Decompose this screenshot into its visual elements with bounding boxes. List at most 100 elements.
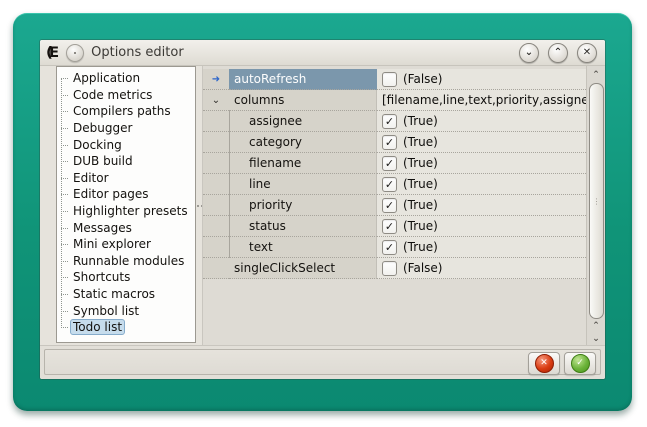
tree-indent-line — [229, 195, 249, 215]
property-row-line[interactable]: line ✓ (True) — [203, 174, 586, 195]
options-editor-window: (E Options editor ⌄ ⌃ ✕ Application Code… — [40, 40, 605, 379]
scroll-up-button-bottom[interactable]: ⌃ — [587, 320, 605, 332]
property-value: (True) — [403, 114, 438, 128]
property-value-cell[interactable]: ✓ (True) — [377, 216, 586, 237]
property-row-text[interactable]: text ✓ (True) — [203, 237, 586, 258]
property-value-cell[interactable]: ✓ (True) — [377, 195, 586, 216]
checkbox[interactable]: ✓ — [382, 114, 397, 129]
close-button[interactable]: ✕ — [577, 43, 597, 63]
scroll-up-button[interactable]: ⌃ — [587, 69, 605, 81]
property-value-cell[interactable]: ✓ (True) — [377, 111, 586, 132]
sidebar-item-label: Todo list — [70, 319, 125, 335]
sidebar-item-code-metrics[interactable]: Code metrics — [57, 87, 195, 104]
row-marker[interactable] — [203, 111, 229, 132]
checkbox[interactable]: ✓ — [382, 156, 397, 171]
sidebar-item-todo-list[interactable]: Todo list — [57, 319, 195, 336]
property-name-cell[interactable]: line — [229, 174, 377, 195]
app-icon: (E — [46, 45, 59, 59]
checkbox[interactable] — [382, 72, 397, 87]
row-marker[interactable] — [203, 174, 229, 195]
sidebar-item-editor[interactable]: Editor — [57, 170, 195, 187]
property-name: singleClickSelect — [229, 261, 335, 275]
sidebar-item-label: Highlighter presets — [70, 203, 191, 219]
checkbox[interactable]: ✓ — [382, 177, 397, 192]
checkbox[interactable]: ✓ — [382, 135, 397, 150]
chevron-down-icon: ⌄ — [525, 48, 533, 58]
category-tree: Application Code metrics Compilers paths… — [57, 70, 195, 336]
property-name: columns — [229, 93, 284, 107]
property-row-status[interactable]: status ✓ (True) — [203, 216, 586, 237]
property-name-cell[interactable]: priority — [229, 195, 377, 216]
property-row-columns[interactable]: ⌄ columns [filename,line,text,priority,a… — [203, 90, 586, 111]
sidebar-item-label: Runnable modules — [70, 253, 187, 269]
titlebar[interactable]: (E Options editor ⌄ ⌃ ✕ — [40, 40, 605, 66]
sidebar-item-runnable-modules[interactable]: Runnable modules — [57, 253, 195, 270]
property-value-cell[interactable]: (False) — [377, 69, 586, 90]
sidebar-item-docking[interactable]: Docking — [57, 136, 195, 153]
sidebar-item-static-macros[interactable]: Static macros — [57, 286, 195, 303]
checkbox[interactable]: ✓ — [382, 198, 397, 213]
property-rows: ➜ autoRefresh (False) ⌄ columns [filenam… — [203, 69, 586, 279]
property-value-cell[interactable]: ✓ (True) — [377, 132, 586, 153]
row-marker[interactable]: ➜ — [203, 69, 229, 90]
ok-button[interactable]: ✓ — [564, 352, 596, 375]
property-name-cell[interactable]: text — [229, 237, 377, 258]
property-name-cell[interactable]: columns — [229, 90, 377, 111]
property-row-priority[interactable]: priority ✓ (True) — [203, 195, 586, 216]
cancel-button[interactable]: ✕ — [528, 352, 560, 375]
checkbox[interactable] — [382, 261, 397, 276]
sidebar-item-dub-build[interactable]: DUB build — [57, 153, 195, 170]
checkbox[interactable]: ✓ — [382, 219, 397, 234]
property-name-cell[interactable]: category — [229, 132, 377, 153]
property-row-autoRefresh[interactable]: ➜ autoRefresh (False) — [203, 69, 586, 90]
property-row-assignee[interactable]: assignee ✓ (True) — [203, 111, 586, 132]
property-grid[interactable]: ➜ autoRefresh (False) ⌄ columns [filenam… — [202, 66, 605, 346]
property-value: (True) — [403, 156, 438, 170]
desktop-background: (E Options editor ⌄ ⌃ ✕ Application Code… — [0, 0, 647, 427]
sidebar-item-label: Editor — [70, 170, 112, 186]
property-name-cell[interactable]: autoRefresh — [229, 69, 377, 90]
chevron-up-icon: ⌃ — [554, 48, 562, 58]
property-value-cell[interactable]: ✓ (True) — [377, 237, 586, 258]
maximize-button[interactable]: ⌃ — [548, 43, 568, 63]
row-marker[interactable] — [203, 258, 229, 279]
row-marker[interactable] — [203, 237, 229, 258]
property-row-singleClickSelect[interactable]: singleClickSelect (False) — [203, 258, 586, 279]
sidebar-item-label: Static macros — [70, 286, 158, 302]
sidebar-item-mini-explorer[interactable]: Mini explorer — [57, 236, 195, 253]
sidebar-item-highlighter-presets[interactable]: Highlighter presets — [57, 203, 195, 220]
row-marker[interactable] — [203, 132, 229, 153]
sidebar-item-messages[interactable]: Messages — [57, 219, 195, 236]
row-marker[interactable] — [203, 153, 229, 174]
property-value-cell[interactable]: [filename,line,text,priority,assigne — [377, 90, 586, 111]
property-row-filename[interactable]: filename ✓ (True) — [203, 153, 586, 174]
tree-indent-line — [229, 132, 249, 152]
window-menu-button[interactable] — [66, 44, 84, 62]
sidebar-item-label: Mini explorer — [70, 236, 154, 252]
sidebar-item-debugger[interactable]: Debugger — [57, 120, 195, 137]
property-name-cell[interactable]: singleClickSelect — [229, 258, 377, 279]
scroll-down-button[interactable]: ⌄ — [587, 333, 605, 345]
sidebar-item-shortcuts[interactable]: Shortcuts — [57, 269, 195, 286]
property-row-category[interactable]: category ✓ (True) — [203, 132, 586, 153]
category-tree-panel[interactable]: Application Code metrics Compilers paths… — [56, 66, 196, 343]
sidebar-item-application[interactable]: Application — [57, 70, 195, 87]
row-marker[interactable]: ⌄ — [203, 90, 229, 111]
sidebar-item-symbol-list[interactable]: Symbol list — [57, 302, 195, 319]
sidebar-item-editor-pages[interactable]: Editor pages — [57, 186, 195, 203]
property-name-cell[interactable]: status — [229, 216, 377, 237]
property-value: [filename,line,text,priority,assigne — [382, 93, 586, 107]
vertical-scrollbar[interactable]: ⌃ ⋮ ⌃ ⌄ — [586, 66, 605, 346]
property-value-cell[interactable]: ✓ (True) — [377, 174, 586, 195]
scrollbar-thumb[interactable]: ⋮ — [589, 83, 604, 319]
sidebar-item-compilers-paths[interactable]: Compilers paths — [57, 103, 195, 120]
checkbox[interactable]: ✓ — [382, 240, 397, 255]
property-name-cell[interactable]: filename — [229, 153, 377, 174]
row-marker[interactable] — [203, 195, 229, 216]
property-name-cell[interactable]: assignee — [229, 111, 377, 132]
property-value-cell[interactable]: (False) — [377, 258, 586, 279]
shade-button[interactable]: ⌄ — [519, 43, 539, 63]
property-value-cell[interactable]: ✓ (True) — [377, 153, 586, 174]
property-name: priority — [249, 198, 292, 212]
row-marker[interactable] — [203, 216, 229, 237]
